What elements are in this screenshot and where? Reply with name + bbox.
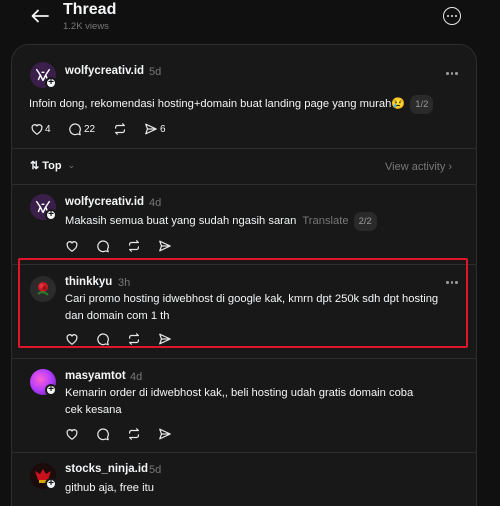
repost-icon[interactable]	[127, 427, 141, 441]
repost-icon[interactable]	[127, 239, 141, 253]
comment-bubble-icon[interactable]	[68, 122, 82, 136]
reply-time: 4d	[130, 371, 143, 383]
post-time: 5d	[149, 66, 162, 78]
username[interactable]: masyamtot	[65, 370, 126, 382]
username[interactable]: wolfycreativ.id	[65, 65, 144, 77]
share-count: 6	[160, 124, 166, 135]
follow-plus-icon[interactable]: +	[45, 384, 57, 396]
sort-dropdown[interactable]: ⇅ Top ⌄	[30, 159, 76, 173]
like-heart-icon[interactable]	[30, 122, 44, 136]
follow-plus-icon[interactable]: +	[45, 478, 57, 490]
divider	[12, 184, 476, 185]
reply-text: github aja, free itu	[65, 482, 154, 494]
reply-time: 4d	[149, 197, 162, 209]
comment-bubble-icon[interactable]	[96, 239, 110, 253]
sort-label: Top	[42, 159, 62, 172]
page-badge: 1/2	[410, 95, 434, 114]
view-activity-link[interactable]: View activity ›	[385, 161, 452, 173]
reply-text-line: cek kesana	[65, 404, 122, 416]
page-badge: 2/2	[353, 212, 377, 231]
highlight-box	[18, 258, 468, 348]
reply-text-content: Makasih semua buat yang sudah ngasih sar…	[65, 215, 297, 227]
divider	[12, 452, 476, 453]
view-count: 1.2K views	[63, 21, 109, 32]
repost-icon[interactable]	[113, 122, 127, 136]
post-more-icon[interactable]	[446, 72, 458, 75]
reply-text: Kemarin order di idwebhost kak,, beli ho…	[65, 385, 413, 419]
chevron-down-icon: ⌄	[67, 160, 76, 170]
like-count: 4	[45, 124, 51, 135]
post-text-content: Infoin dong, rekomendasi hosting+domain …	[29, 98, 406, 110]
thread-header: Thread 1.2K views	[0, 0, 500, 40]
back-arrow-icon[interactable]	[28, 6, 52, 26]
comment-bubble-icon[interactable]	[96, 427, 110, 441]
username[interactable]: stocks_ninja.id	[65, 463, 148, 475]
more-options-icon[interactable]	[443, 7, 461, 25]
sort-arrows-icon: ⇅	[30, 160, 40, 172]
divider	[12, 358, 476, 359]
post-text: Infoin dong, rekomendasi hosting+domain …	[29, 95, 434, 114]
divider	[12, 148, 476, 149]
reply-time: 5d	[149, 464, 162, 476]
username[interactable]: wolfycreativ.id	[65, 196, 144, 208]
like-heart-icon[interactable]	[65, 427, 79, 441]
comment-count: 22	[84, 124, 96, 135]
reply-text-line: Kemarin order di idwebhost kak,, beli ho…	[65, 387, 414, 399]
follow-plus-icon[interactable]: +	[45, 77, 57, 89]
page-title: Thread	[63, 1, 117, 18]
share-send-icon[interactable]	[158, 239, 172, 253]
chevron-right-icon: ›	[448, 161, 453, 173]
share-send-icon[interactable]	[144, 122, 158, 136]
like-heart-icon[interactable]	[65, 239, 79, 253]
follow-plus-icon[interactable]: +	[45, 209, 57, 221]
share-send-icon[interactable]	[158, 427, 172, 441]
view-activity-label: View activity	[385, 161, 446, 173]
reply-text: Makasih semua buat yang sudah ngasih sar…	[65, 212, 377, 231]
translate-link[interactable]: Translate	[302, 215, 348, 227]
